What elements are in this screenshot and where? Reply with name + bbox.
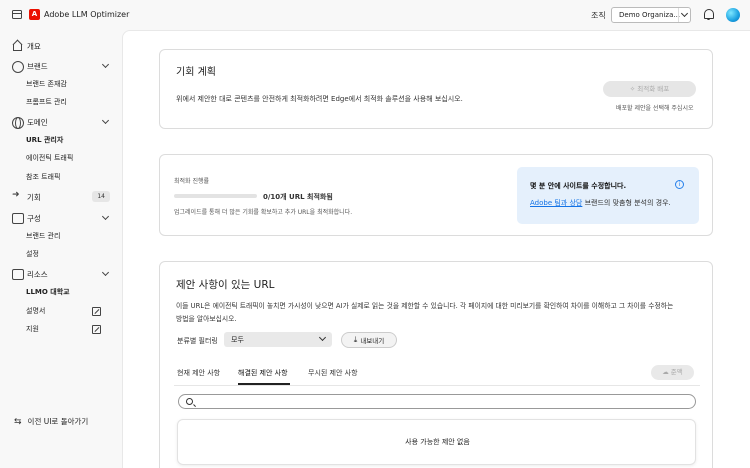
progress-bar <box>174 194 257 198</box>
bell-icon[interactable] <box>703 9 714 20</box>
top-bar: A Adobe LLM Optimizer 조직 Demo Organiza..… <box>0 0 750 30</box>
export-button[interactable]: ⤓ 내보내기 <box>341 332 397 348</box>
sidebar-item-label: 구성 <box>27 213 41 223</box>
arrow-icon <box>12 190 22 202</box>
tab-ignored-suggestions[interactable]: 무시된 제안 사항 <box>308 368 358 378</box>
optimization-progress-card: 최적화 진행률 0/10개 URL 최적화됨 업그레이드를 통해 더 많은 기회… <box>159 154 713 236</box>
deploy-optimization-button[interactable]: ✧ 최적화 배포 <box>603 81 696 97</box>
sidebar-item-domain[interactable]: 도메인 <box>12 115 110 129</box>
sidebar-item-brand-presence[interactable]: 브랜드 존재감 <box>26 77 67 91</box>
sidebar-item-label: 리소스 <box>27 269 48 279</box>
action-label: 준액 <box>670 368 683 376</box>
org-label: 조직 <box>591 11 606 20</box>
sidebar-item-settings[interactable]: 설정 <box>26 247 39 261</box>
active-tab-indicator <box>238 383 290 385</box>
config-icon <box>12 213 24 224</box>
action-button[interactable]: ☁ 준액 <box>651 365 694 380</box>
category-filter-select[interactable]: 모두 <box>224 332 332 347</box>
globe-icon <box>12 117 24 129</box>
app-title: Adobe LLM Optimizer <box>44 10 130 19</box>
sidebar-item-llmo-university[interactable]: LLMO 대학교 <box>26 285 70 299</box>
empty-state-box: 사용 가능한 제안 없음 <box>177 419 696 465</box>
progress-label: 최적화 진행률 <box>174 178 210 185</box>
tab-divider <box>174 385 700 386</box>
sidebar-item-resources[interactable]: 리소스 <box>12 267 110 281</box>
sidebar-item-referral-traffic[interactable]: 참조 트래픽 <box>26 170 60 184</box>
card-description-line1: 이들 URL은 에이전틱 트래픽이 놓치면 가시성이 낮으면 AI가 실제로 읽… <box>176 302 674 310</box>
empty-state-text: 사용 가능한 제안 없음 <box>405 438 470 446</box>
card-title: 기회 계획 <box>176 67 216 78</box>
sidebar-item-label: 개요 <box>27 41 41 51</box>
home-icon <box>12 41 22 51</box>
opportunity-plan-card: 기회 계획 위에서 제안한 대로 콘텐츠를 안전하게 최적화하려면 Edge에서… <box>159 49 713 129</box>
search-icon <box>186 398 193 405</box>
sidebar-item-opportunities[interactable]: 기회 14 <box>12 190 110 204</box>
sidebar-item-url-manager[interactable]: URL 관리자 <box>26 133 63 147</box>
chevron-down-icon[interactable] <box>101 212 110 221</box>
info-body: Adobe 팀과 상담 브랜드의 맞춤형 분석의 경우. <box>530 198 671 208</box>
filter-label: 분류별 필터링 <box>177 337 218 345</box>
sidebar-item-prompt-management[interactable]: 프롬프트 관리 <box>26 95 67 109</box>
main-content: 기회 계획 위에서 제안한 대로 콘텐츠를 안전하게 최적화하려면 Edge에서… <box>122 30 750 468</box>
info-box: 몇 분 안에 사이트를 수정합니다. i Adobe 팀과 상담 브랜드의 맞춤… <box>517 167 699 224</box>
export-label: 내보내기 <box>360 337 385 345</box>
download-icon: ⤓ <box>353 335 358 344</box>
sidebar-item-brand-management[interactable]: 브랜드 관리 <box>26 229 60 243</box>
resources-icon <box>12 269 24 280</box>
contact-adobe-link[interactable]: Adobe 팀과 상담 <box>530 199 582 207</box>
info-icon: i <box>675 180 684 189</box>
sidebar-item-label: 기회 <box>27 192 41 202</box>
swap-icon: ⇆ <box>14 416 22 427</box>
adobe-logo: A <box>29 9 40 20</box>
back-to-old-ui-link[interactable]: ⇆ 이전 UI로 돌아가기 <box>14 416 88 427</box>
chevron-down-icon[interactable] <box>101 268 110 277</box>
chevron-down-icon[interactable] <box>101 60 110 69</box>
external-link-icon[interactable] <box>92 325 101 334</box>
card-description: 위에서 제안한 대로 콘텐츠를 안전하게 최적화하려면 Edge에서 최적화 솔… <box>176 95 463 103</box>
sidebar-item-support[interactable]: 지원 <box>26 322 39 336</box>
count-badge: 14 <box>92 191 110 202</box>
chevron-down-icon[interactable] <box>101 116 110 125</box>
sidebar-item-config[interactable]: 구성 <box>12 211 110 225</box>
info-title: 몇 분 안에 사이트를 수정합니다. <box>530 182 627 190</box>
sidebar-item-documentation[interactable]: 설명서 <box>26 304 45 318</box>
sidebar-item-brand[interactable]: 브랜드 <box>12 59 110 73</box>
card-title: 제안 사항이 있는 URL <box>176 279 275 291</box>
sidebar-item-label: 도메인 <box>27 117 48 127</box>
progress-value: 0/10개 URL 최적화됨 <box>263 193 333 201</box>
chevron-down-icon[interactable] <box>678 8 690 22</box>
progress-note: 업그레이드를 통해 더 많은 기회를 확보하고 추가 URL을 최적화합니다. <box>174 209 353 216</box>
cloud-icon: ☁ <box>662 368 671 376</box>
sidebar-item-agentic-traffic[interactable]: 에이전틱 트래픽 <box>26 151 73 165</box>
card-description-line2: 방법을 알아보십시오. <box>176 315 237 323</box>
search-input[interactable] <box>178 394 696 409</box>
external-link-icon[interactable] <box>92 307 101 316</box>
sidebar: 개요 브랜드 브랜드 존재감 프롬프트 관리 도메인 URL 관리자 에이전틱 … <box>0 30 122 468</box>
deploy-button-label: 최적화 배포 <box>637 85 670 93</box>
sidebar-item-label: 브랜드 <box>27 61 48 71</box>
urls-with-suggestions-card: 제안 사항이 있는 URL 이들 URL은 에이전틱 트래픽이 놓치면 가시성이… <box>159 261 713 468</box>
deploy-hint: 배포할 제안을 선택해 주십시오 <box>616 105 694 112</box>
sidebar-toggle-icon[interactable] <box>12 10 22 19</box>
tab-resolved-suggestions[interactable]: 해결된 제안 사항 <box>238 368 288 378</box>
back-label: 이전 UI로 돌아가기 <box>27 417 89 426</box>
sidebar-item-overview[interactable]: 개요 <box>12 39 108 53</box>
avatar[interactable] <box>726 8 740 22</box>
tab-current-suggestions[interactable]: 현재 제안 사항 <box>177 368 220 378</box>
check-circle-icon <box>12 61 24 73</box>
info-rest: 브랜드의 맞춤형 분석의 경우. <box>582 199 671 207</box>
